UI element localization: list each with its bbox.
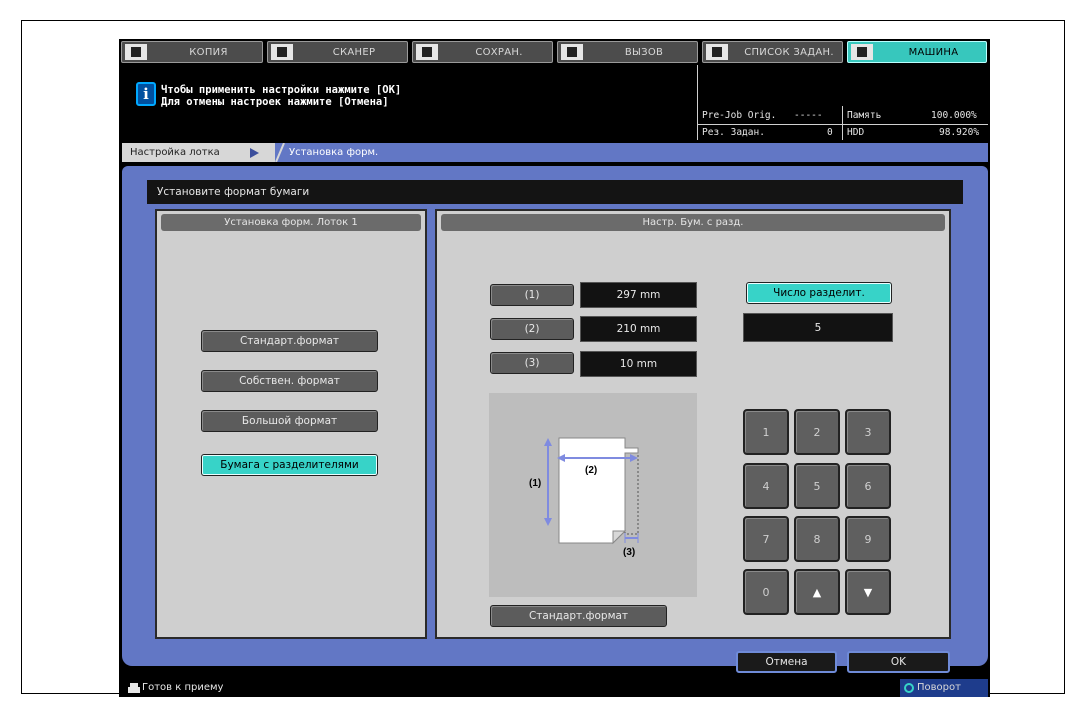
dim-2-value: 210 mm (580, 316, 697, 342)
device-screen: КОПИЯ СКАНЕР СОХРАН. ВЫЗОВ СПИСОК ЗАДАН.… (119, 39, 990, 697)
cancel-button[interactable]: Отмена (736, 651, 837, 673)
ok-button[interactable]: OK (847, 651, 950, 673)
prejob-label: Pre-Job Orig. (702, 110, 777, 121)
jobs-value: 0 (827, 127, 833, 138)
tab-paper-button[interactable]: Бумага с разделителями (201, 454, 378, 476)
key-8[interactable]: 8 (794, 516, 840, 562)
key-0[interactable]: 0 (743, 569, 789, 615)
save-icon (416, 44, 438, 60)
dim-3-value: 10 mm (580, 351, 697, 377)
diagram-label-1: (1) (529, 478, 541, 489)
key-4[interactable]: 4 (743, 463, 789, 509)
prejob-value: ----- (794, 110, 823, 121)
rotate-indicator[interactable]: Поворот (900, 679, 988, 697)
dim-3-button[interactable]: (3) (490, 352, 574, 374)
paper-diagram: (1) (2) (3) (489, 393, 697, 597)
key-9[interactable]: 9 (845, 516, 891, 562)
breadcrumb-size-setting: Установка форм. (289, 147, 379, 158)
ready-status: Готов к приему (142, 682, 224, 693)
message-area: Чтобы применить настройки нажмите [OK] Д… (161, 84, 401, 108)
printer-icon (128, 683, 140, 693)
tab-recall[interactable]: ВЫЗОВ (557, 41, 698, 63)
rotate-label: Поворот (917, 682, 961, 693)
tab-label: МАШИНА (908, 46, 959, 58)
tab-label: СОХРАН. (475, 46, 523, 58)
arrow-right-icon (250, 148, 259, 158)
key-6[interactable]: 6 (845, 463, 891, 509)
rotate-icon (904, 683, 914, 693)
diagram-label-2: (2) (585, 465, 597, 476)
machine-icon (851, 44, 873, 60)
dim-1-value: 297 mm (580, 282, 697, 308)
right-panel-header: Настр. Бум. с разд. (441, 214, 945, 231)
left-panel-header: Установка форм. Лоток 1 (161, 214, 421, 231)
standard-size-button[interactable]: Стандарт.формат (201, 330, 378, 352)
dim-1-button[interactable]: (1) (490, 284, 574, 306)
key-down[interactable]: ▼ (845, 569, 891, 615)
memory-label: Память (847, 110, 882, 121)
large-size-button[interactable]: Большой формат (201, 410, 378, 432)
status-divider (697, 65, 698, 140)
tab-label: СКАНЕР (332, 46, 376, 58)
tab-label: СПИСОК ЗАДАН. (744, 46, 834, 58)
message-line-1: Чтобы применить настройки нажмите [OK] (161, 84, 402, 96)
jobs-label: Рез. Задан. (702, 127, 765, 138)
tab-scanner[interactable]: СКАНЕР (267, 41, 408, 63)
status-bar: Готов к приему Поворот (122, 679, 988, 697)
hdd-value: 98.920% (939, 127, 980, 138)
key-2[interactable]: 2 (794, 409, 840, 455)
diagram-label-3: (3) (623, 547, 635, 558)
job-list-icon (706, 44, 728, 60)
info-icon: i (136, 82, 156, 106)
tab-save[interactable]: СОХРАН. (412, 41, 553, 63)
scanner-icon (271, 44, 293, 60)
tab-label: ВЫЗОВ (624, 46, 664, 58)
custom-size-button[interactable]: Собствен. формат (201, 370, 378, 392)
page-title: Установите формат бумаги (147, 180, 963, 204)
message-line-2: Для отмены настроек нажмите [Отмена] (161, 96, 389, 108)
tab-job-list[interactable]: СПИСОК ЗАДАН. (702, 41, 843, 63)
copy-icon (125, 44, 147, 60)
key-3[interactable]: 3 (845, 409, 891, 455)
key-up[interactable]: ▲ (794, 569, 840, 615)
recall-icon (561, 44, 583, 60)
tab-machine[interactable]: МАШИНА (847, 41, 987, 63)
hdd-label: HDD (847, 127, 865, 138)
key-7[interactable]: 7 (743, 516, 789, 562)
standard-format-button[interactable]: Стандарт.формат (490, 605, 667, 627)
tab-copy[interactable]: КОПИЯ (121, 41, 263, 63)
tab-count-button[interactable]: Число разделит. (746, 282, 892, 304)
status-divider (698, 124, 988, 125)
key-1[interactable]: 1 (743, 409, 789, 455)
tab-paper-diagram: (1) (2) (3) (529, 437, 639, 558)
status-divider (842, 106, 843, 140)
memory-value: 100.000% (931, 110, 977, 121)
dim-2-button[interactable]: (2) (490, 318, 574, 340)
tab-label: КОПИЯ (189, 46, 228, 58)
key-5[interactable]: 5 (794, 463, 840, 509)
breadcrumb: Настройка лотка Установка форм. (122, 143, 988, 162)
tab-count-value: 5 (743, 313, 893, 342)
